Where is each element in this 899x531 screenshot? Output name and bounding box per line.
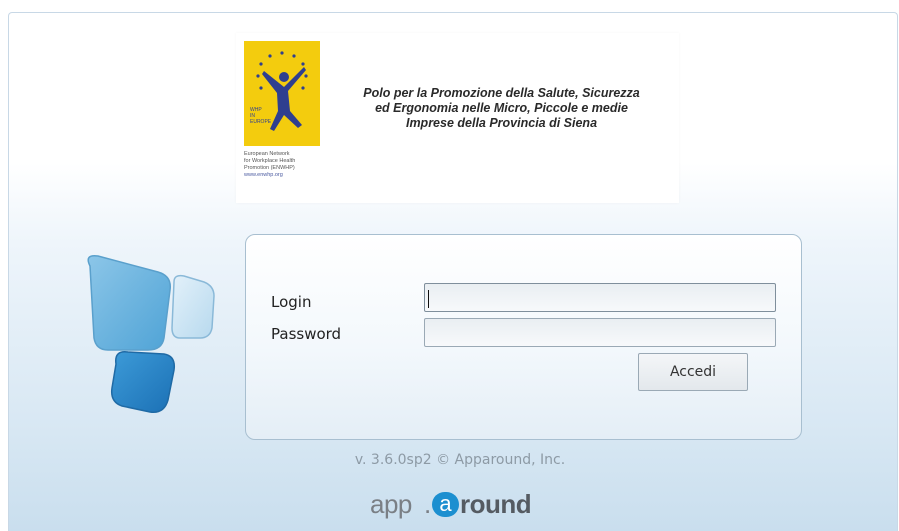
svg-text:EUROPE: EUROPE — [250, 119, 272, 125]
enwhp-url: www.enwhp.org — [244, 172, 283, 178]
enwhp-caption-line: European Network — [244, 151, 290, 157]
accedi-button[interactable]: Accedi — [638, 353, 748, 391]
banner-title-line: Imprese della Provincia di Siena — [405, 116, 598, 130]
login-input[interactable] — [424, 283, 776, 312]
header-banner: WHP IN EUROPE European Network for Workp… — [236, 33, 679, 203]
banner-title-line: Polo per la Promozione della Salute, Sic… — [363, 86, 640, 100]
enwhp-caption-line: Promotion (ENWHP) — [244, 165, 295, 171]
apparound-shapes-icon — [87, 254, 215, 413]
enwhp-logo: WHP IN EUROPE — [244, 41, 320, 146]
brand-text-dot: . — [424, 489, 432, 519]
login-label: Login — [271, 293, 312, 311]
login-page: WHP IN EUROPE European Network for Workp… — [0, 0, 899, 531]
password-input[interactable] — [424, 318, 776, 347]
banner-title: Polo per la Promozione della Salute, Sic… — [324, 86, 679, 131]
apparound-logo: app . a round — [370, 489, 550, 521]
text-caret — [428, 290, 429, 308]
enwhp-caption-line: for Workplace Health — [244, 158, 296, 164]
brand-a-icon: a — [432, 492, 459, 517]
brand-text-round: round — [460, 489, 532, 519]
brand-text-app: app — [370, 489, 412, 519]
banner-title-line: ed Ergonomia nelle Micro, Piccole e medi… — [375, 101, 628, 115]
login-form: Login Password Accedi — [245, 234, 802, 440]
version-text: v. 3.6.0sp2 © Apparound, Inc. — [354, 452, 566, 468]
enwhp-caption: European Network for Workplace Health Pr… — [244, 151, 339, 179]
password-label: Password — [271, 325, 342, 343]
